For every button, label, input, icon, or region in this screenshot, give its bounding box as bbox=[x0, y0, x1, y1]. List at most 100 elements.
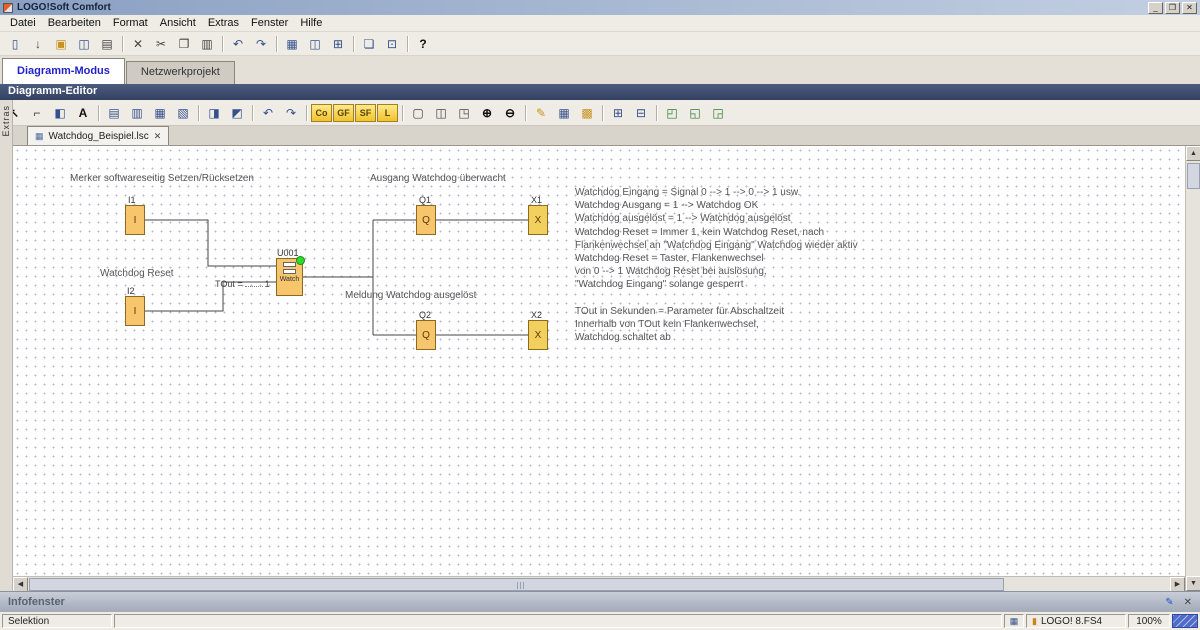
resize-grip[interactable] bbox=[1172, 614, 1198, 628]
toolbar-separator bbox=[353, 35, 354, 52]
new-file-button[interactable]: ▯ bbox=[4, 34, 26, 54]
compare-button[interactable]: ◫ bbox=[304, 34, 326, 54]
spacing-icon: ◩ bbox=[231, 105, 243, 120]
minimize-button[interactable]: _ bbox=[1148, 1, 1163, 14]
grid-button[interactable]: ▦ bbox=[553, 103, 575, 123]
split-view-button[interactable]: ◫ bbox=[430, 103, 452, 123]
maximize-button[interactable]: ❒ bbox=[1165, 1, 1180, 14]
menu-datei[interactable]: Datei bbox=[4, 16, 42, 30]
toolbar-separator bbox=[198, 104, 199, 121]
menu-fenster[interactable]: Fenster bbox=[245, 16, 294, 30]
block-i2[interactable]: I bbox=[125, 296, 145, 326]
marker-tool-button[interactable]: ◧ bbox=[49, 103, 71, 123]
tab-netzwerkprojekt[interactable]: Netzwerkprojekt bbox=[125, 61, 235, 84]
help-icon: ? bbox=[419, 36, 427, 51]
editor-redo-button[interactable]: ↷ bbox=[280, 103, 302, 123]
gf-palette-button[interactable]: GF bbox=[333, 103, 354, 122]
network-project-button[interactable]: ▦ bbox=[281, 34, 303, 54]
block-x2[interactable]: X bbox=[528, 320, 548, 350]
editor-undo-button[interactable]: ↶ bbox=[257, 103, 279, 123]
delete-button[interactable]: ✕ bbox=[127, 34, 149, 54]
align-horizontal-button[interactable]: ▦ bbox=[149, 103, 171, 123]
scroll-right-icon[interactable]: ▶ bbox=[1170, 577, 1185, 592]
info-close-icon[interactable]: ✕ bbox=[1184, 597, 1192, 608]
reference-button[interactable]: ⊞ bbox=[607, 103, 629, 123]
block-label-q1: Q1 bbox=[419, 195, 432, 205]
help-button[interactable]: ? bbox=[412, 34, 434, 54]
transfer-button[interactable]: ↓ bbox=[27, 34, 49, 54]
snap-grid-button[interactable]: ▩ bbox=[576, 103, 598, 123]
scroll-left-icon[interactable]: ◀ bbox=[13, 577, 28, 592]
window-split-b-button[interactable]: ◱ bbox=[684, 103, 706, 123]
window-title: LOGO!Soft Comfort bbox=[17, 2, 111, 13]
parameter-label: TOut = bbox=[215, 279, 243, 289]
align-top-button[interactable]: ▤ bbox=[103, 103, 125, 123]
tab-diagramm-modus[interactable]: Diagramm-Modus bbox=[2, 58, 125, 84]
annotation-reset[interactable]: Watchdog Reset bbox=[100, 268, 174, 279]
pencil-button[interactable]: ✎ bbox=[530, 103, 552, 123]
document-close-icon[interactable]: ✕ bbox=[154, 131, 162, 142]
horizontal-scrollbar[interactable]: ◀ ▶ bbox=[13, 576, 1185, 592]
annotation-output[interactable]: Ausgang Watchdog überwacht bbox=[370, 173, 506, 184]
comment-text[interactable]: Watchdog Eingang = Signal 0 --> 1 --> 0 … bbox=[575, 186, 858, 344]
label-tool-button[interactable]: ⊟ bbox=[630, 103, 652, 123]
block-q1[interactable]: Q bbox=[416, 205, 436, 235]
align-vertical-button[interactable]: ▧ bbox=[172, 103, 194, 123]
status-device-name: LOGO! 8.FS4 bbox=[1040, 615, 1103, 627]
menu-bearbeiten[interactable]: Bearbeiten bbox=[42, 16, 107, 30]
overview-button[interactable]: ◳ bbox=[453, 103, 475, 123]
vertical-scrollbar[interactable]: ▲ ▼ bbox=[1185, 146, 1200, 591]
connect-tool-button[interactable]: ⌐ bbox=[26, 103, 48, 123]
vertical-scroll-thumb[interactable] bbox=[1187, 163, 1200, 189]
diagram-canvas[interactable]: Merker softwareseitig Setzen/Rücksetzen … bbox=[13, 146, 1185, 576]
page-layout-button[interactable]: ▢ bbox=[407, 103, 429, 123]
close-button[interactable]: ✕ bbox=[1182, 1, 1197, 14]
save-button[interactable]: ◫ bbox=[73, 34, 95, 54]
menu-extras[interactable]: Extras bbox=[202, 16, 245, 30]
scroll-down-icon[interactable]: ▼ bbox=[1186, 576, 1200, 591]
status-device-cell: ▮ LOGO! 8.FS4 bbox=[1026, 614, 1126, 628]
window-cascade-button[interactable]: ❏ bbox=[358, 34, 380, 54]
annotation-message[interactable]: Meldung Watchdog ausgelöst bbox=[345, 290, 476, 301]
menu-ansicht[interactable]: Ansicht bbox=[154, 16, 202, 30]
block-q2[interactable]: Q bbox=[416, 320, 436, 350]
horizontal-scroll-thumb[interactable] bbox=[29, 578, 1004, 591]
co-palette-button[interactable]: Co bbox=[311, 103, 332, 122]
menu-format[interactable]: Format bbox=[107, 16, 154, 30]
copy-button[interactable]: ❐ bbox=[173, 34, 195, 54]
window-split-a-button[interactable]: ◰ bbox=[661, 103, 683, 123]
print-button[interactable]: ▤ bbox=[96, 34, 118, 54]
sf-palette-button[interactable]: SF bbox=[355, 103, 376, 122]
document-tab[interactable]: ▦ Watchdog_Beispiel.lsc ✕ bbox=[27, 126, 170, 145]
annotation-marker[interactable]: Merker softwareseitig Setzen/Rücksetzen bbox=[70, 173, 254, 184]
spacing-button[interactable]: ◩ bbox=[226, 103, 248, 123]
gf-palette-label: GF bbox=[337, 107, 350, 118]
block-u001[interactable]: Watch bbox=[276, 256, 305, 296]
block-x1[interactable]: X bbox=[528, 205, 548, 235]
paste-button[interactable]: ▥ bbox=[196, 34, 218, 54]
auto-align-button[interactable]: ◨ bbox=[203, 103, 225, 123]
block-i1[interactable]: I bbox=[125, 205, 145, 235]
undo-button[interactable]: ↶ bbox=[227, 34, 249, 54]
properties-button[interactable]: ⊡ bbox=[381, 34, 403, 54]
text-tool-button[interactable]: A bbox=[72, 103, 94, 123]
window-split-c-button[interactable]: ◲ bbox=[707, 103, 729, 123]
info-panel-header[interactable]: Infofenster ✎ ✕ bbox=[0, 591, 1200, 612]
block-x1-letter: X bbox=[534, 214, 542, 226]
comment-line: Watchdog Ausgang = 1 --> Watchdog OK bbox=[575, 200, 759, 212]
parameter-value: 1 bbox=[264, 279, 270, 289]
open-button[interactable]: ▣ bbox=[50, 34, 72, 54]
extras-panel-tab[interactable]: Extras bbox=[0, 100, 13, 591]
zoom-in-button[interactable]: ⊕ bbox=[476, 103, 498, 123]
zoom-out-button[interactable]: ⊖ bbox=[499, 103, 521, 123]
parameter-tout[interactable]: TOut = 1 bbox=[215, 279, 270, 289]
menu-hilfe[interactable]: Hilfe bbox=[294, 16, 328, 30]
redo-button[interactable]: ↷ bbox=[250, 34, 272, 54]
convert-button[interactable]: ⊞ bbox=[327, 34, 349, 54]
pencil-icon: ✎ bbox=[535, 105, 547, 120]
align-bottom-button[interactable]: ▥ bbox=[126, 103, 148, 123]
cut-button[interactable]: ✂ bbox=[150, 34, 172, 54]
edit-icon[interactable]: ✎ bbox=[1165, 597, 1173, 608]
l-palette-button[interactable]: L bbox=[377, 103, 398, 122]
scroll-up-icon[interactable]: ▲ bbox=[1186, 146, 1200, 161]
